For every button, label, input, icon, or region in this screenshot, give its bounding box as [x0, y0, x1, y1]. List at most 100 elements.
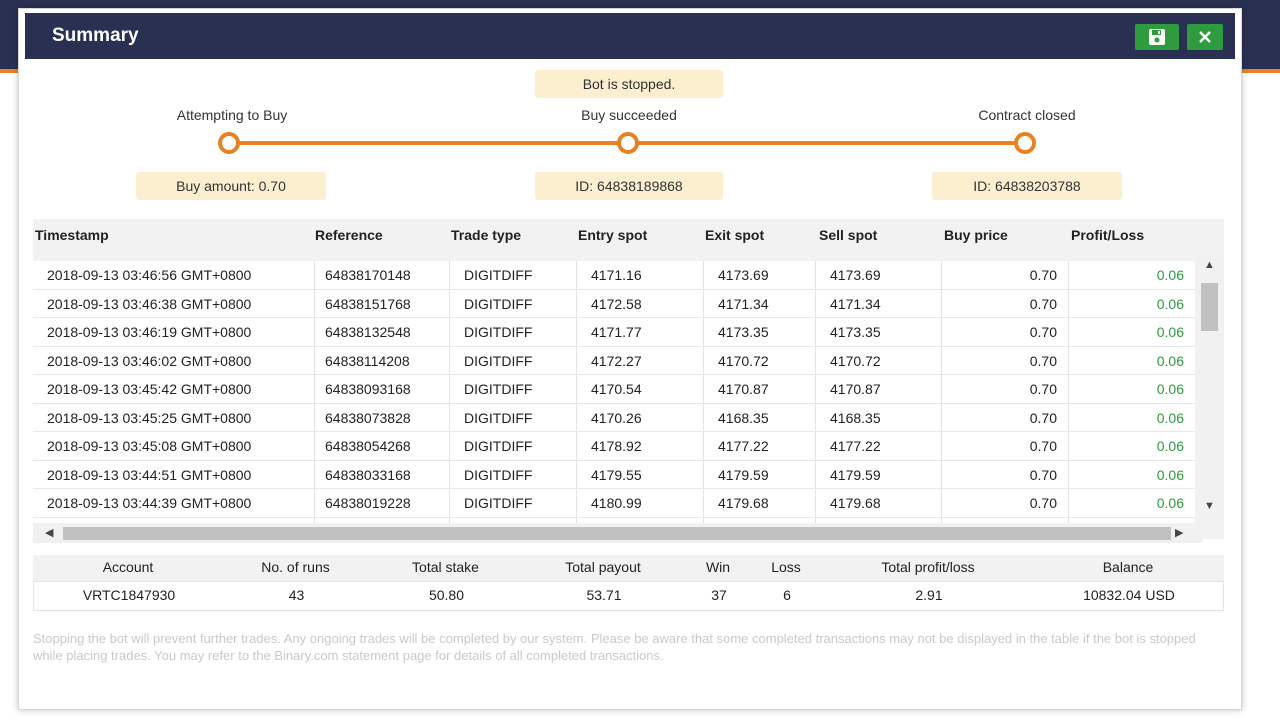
cell-exit-spot: 4177.22	[718, 438, 769, 454]
column-divider	[1068, 375, 1069, 403]
cell-timestamp: 2018-09-13 03:46:38 GMT+0800	[47, 295, 252, 312]
stats-header-loss: Loss	[771, 559, 801, 575]
column-divider	[576, 403, 577, 431]
trades-table: Timestamp Reference Trade type Entry spo…	[33, 219, 1224, 539]
table-row[interactable]: 2018-09-13 03:45:08 GMT+0800 64838054268 D…	[33, 432, 1195, 461]
cell-sell-spot: 4170.87	[830, 381, 881, 397]
column-header-entry-spot[interactable]: Entry spot	[578, 227, 647, 243]
stats-balance: 10832.04 USD	[1083, 587, 1175, 603]
cell-buy-price: 0.70	[1029, 409, 1057, 426]
cell-trade-type: DIGITDIFF	[464, 267, 533, 283]
table-row[interactable]: 2018-09-13 03:45:42 GMT+0800 64838093168 D…	[33, 375, 1195, 404]
scroll-down-arrow-icon[interactable]: ▼	[1204, 500, 1215, 512]
column-divider	[1068, 346, 1069, 374]
column-divider	[941, 403, 942, 431]
cell-exit-spot: 4170.72	[718, 352, 769, 369]
save-button[interactable]	[1135, 24, 1179, 50]
cell-reference: 64838033168	[325, 466, 411, 483]
column-divider	[314, 346, 315, 374]
stats-header-account: Account	[102, 559, 154, 575]
cell-entry-spot: 4180.99	[591, 495, 642, 511]
column-divider	[703, 261, 704, 289]
column-divider	[449, 318, 450, 346]
column-divider	[703, 460, 704, 488]
cell-sell-spot: 4173.69	[830, 267, 881, 283]
table-row[interactable]: 2018-09-13 03:45:25 GMT+0800 64838073828 D…	[33, 403, 1195, 432]
column-divider	[815, 432, 816, 460]
vertical-scrollbar[interactable]: ▲ ▼	[1195, 253, 1224, 523]
cell-reference: 64838114208	[325, 352, 410, 369]
column-divider	[1068, 318, 1069, 346]
scroll-left-arrow-icon[interactable]: ◀	[45, 526, 53, 539]
scroll-right-arrow-icon[interactable]: ▶	[1175, 526, 1183, 539]
cell-reference: 64838073828	[325, 409, 411, 426]
table-row[interactable]: 2018-09-13 03:46:56 GMT+0800 64838170148 D…	[33, 261, 1195, 290]
cell-reference: 64838093168	[325, 381, 411, 397]
stats-header-balance: Balance	[1102, 559, 1154, 575]
table-row[interactable]: 2018-09-13 03:46:38 GMT+0800 64838151768 D…	[33, 289, 1195, 318]
cell-exit-spot: 4173.69	[718, 267, 769, 283]
column-divider	[941, 375, 942, 403]
table-row[interactable]: 2018-09-13 03:44:39 GMT+0800 64838019228 D…	[33, 489, 1195, 518]
vertical-scroll-thumb[interactable]	[1201, 283, 1218, 331]
cell-exit-spot: 4179.68	[718, 495, 769, 511]
stats-header-total-stake: Total stake	[412, 559, 479, 575]
table-row[interactable]: 2018-09-13 03:46:02 GMT+0800 64838114208 D…	[33, 346, 1195, 375]
column-header-timestamp[interactable]: Timestamp	[35, 227, 109, 243]
stats-header-runs: No. of runs	[261, 559, 330, 575]
summary-stats-table: Account No. of runs Total stake Total pa…	[33, 555, 1224, 611]
cell-sell-spot: 4168.35	[830, 409, 881, 426]
dialog-title: Summary	[52, 25, 139, 46]
stats-header-total-payout: Total payout	[565, 559, 641, 575]
column-header-reference[interactable]: Reference	[315, 227, 383, 243]
cell-entry-spot: 4179.55	[591, 466, 642, 483]
column-header-sell-spot[interactable]: Sell spot	[819, 227, 877, 243]
stats-total-profit-loss: 2.91	[915, 587, 943, 603]
column-header-profit-loss[interactable]: Profit/Loss	[1071, 227, 1144, 243]
column-divider	[815, 318, 816, 346]
cell-timestamp: 2018-09-13 03:46:02 GMT+0800	[47, 352, 252, 369]
cell-profit-loss: 0.06	[1156, 466, 1184, 483]
stats-runs: 43	[288, 587, 305, 603]
column-divider	[314, 289, 315, 317]
cell-sell-spot: 4170.72	[830, 352, 881, 369]
column-header-trade-type[interactable]: Trade type	[451, 227, 521, 243]
column-divider	[815, 489, 816, 517]
timeline-node-attempting-buy	[218, 132, 240, 154]
column-divider	[703, 432, 704, 460]
stats-header-row: Account No. of runs Total stake Total pa…	[33, 555, 1224, 581]
table-row[interactable]: 2018-09-13 03:46:19 GMT+0800 64838132548 D…	[33, 318, 1195, 347]
column-divider	[1068, 432, 1069, 460]
stats-header-total-profit-loss: Total profit/loss	[881, 559, 975, 575]
column-header-exit-spot[interactable]: Exit spot	[705, 227, 764, 243]
cell-entry-spot: 4171.16	[591, 267, 642, 283]
close-button[interactable]	[1187, 24, 1223, 50]
cell-sell-spot: 4179.59	[830, 466, 881, 483]
column-divider	[314, 489, 315, 517]
cell-reference: 64838170148	[325, 267, 411, 283]
column-divider	[941, 489, 942, 517]
cell-sell-spot: 4179.68	[830, 495, 881, 511]
column-divider	[941, 318, 942, 346]
cell-buy-price: 0.70	[1029, 381, 1057, 397]
stats-total-payout: 53.71	[586, 587, 622, 603]
scroll-up-arrow-icon[interactable]: ▲	[1204, 259, 1215, 271]
cell-entry-spot: 4172.58	[591, 295, 642, 312]
horizontal-scroll-thumb[interactable]	[63, 527, 1171, 540]
step-label-contract-closed: Contract closed	[978, 107, 1076, 123]
cell-profit-loss: 0.06	[1156, 438, 1184, 454]
column-divider	[941, 346, 942, 374]
stats-loss: 6	[783, 587, 791, 603]
column-header-buy-price[interactable]: Buy price	[944, 227, 1008, 243]
cell-buy-price: 0.70	[1029, 324, 1057, 340]
horizontal-scrollbar[interactable]: ◀ ▶	[33, 523, 1203, 543]
trades-table-body[interactable]: 2018-09-13 03:46:56 GMT+0800 64838170148 D…	[33, 261, 1195, 523]
cell-reference: 64838151768	[325, 295, 411, 312]
cell-buy-price: 0.70	[1029, 495, 1057, 511]
column-divider	[1068, 489, 1069, 517]
cell-trade-type: DIGITDIFF	[464, 295, 533, 312]
cell-profit-loss: 0.06	[1156, 381, 1184, 397]
contract-id-box: ID: 64838203788	[932, 172, 1122, 200]
cell-trade-type: DIGITDIFF	[464, 352, 533, 369]
table-row[interactable]: 2018-09-13 03:44:51 GMT+0800 64838033168 D…	[33, 460, 1195, 489]
